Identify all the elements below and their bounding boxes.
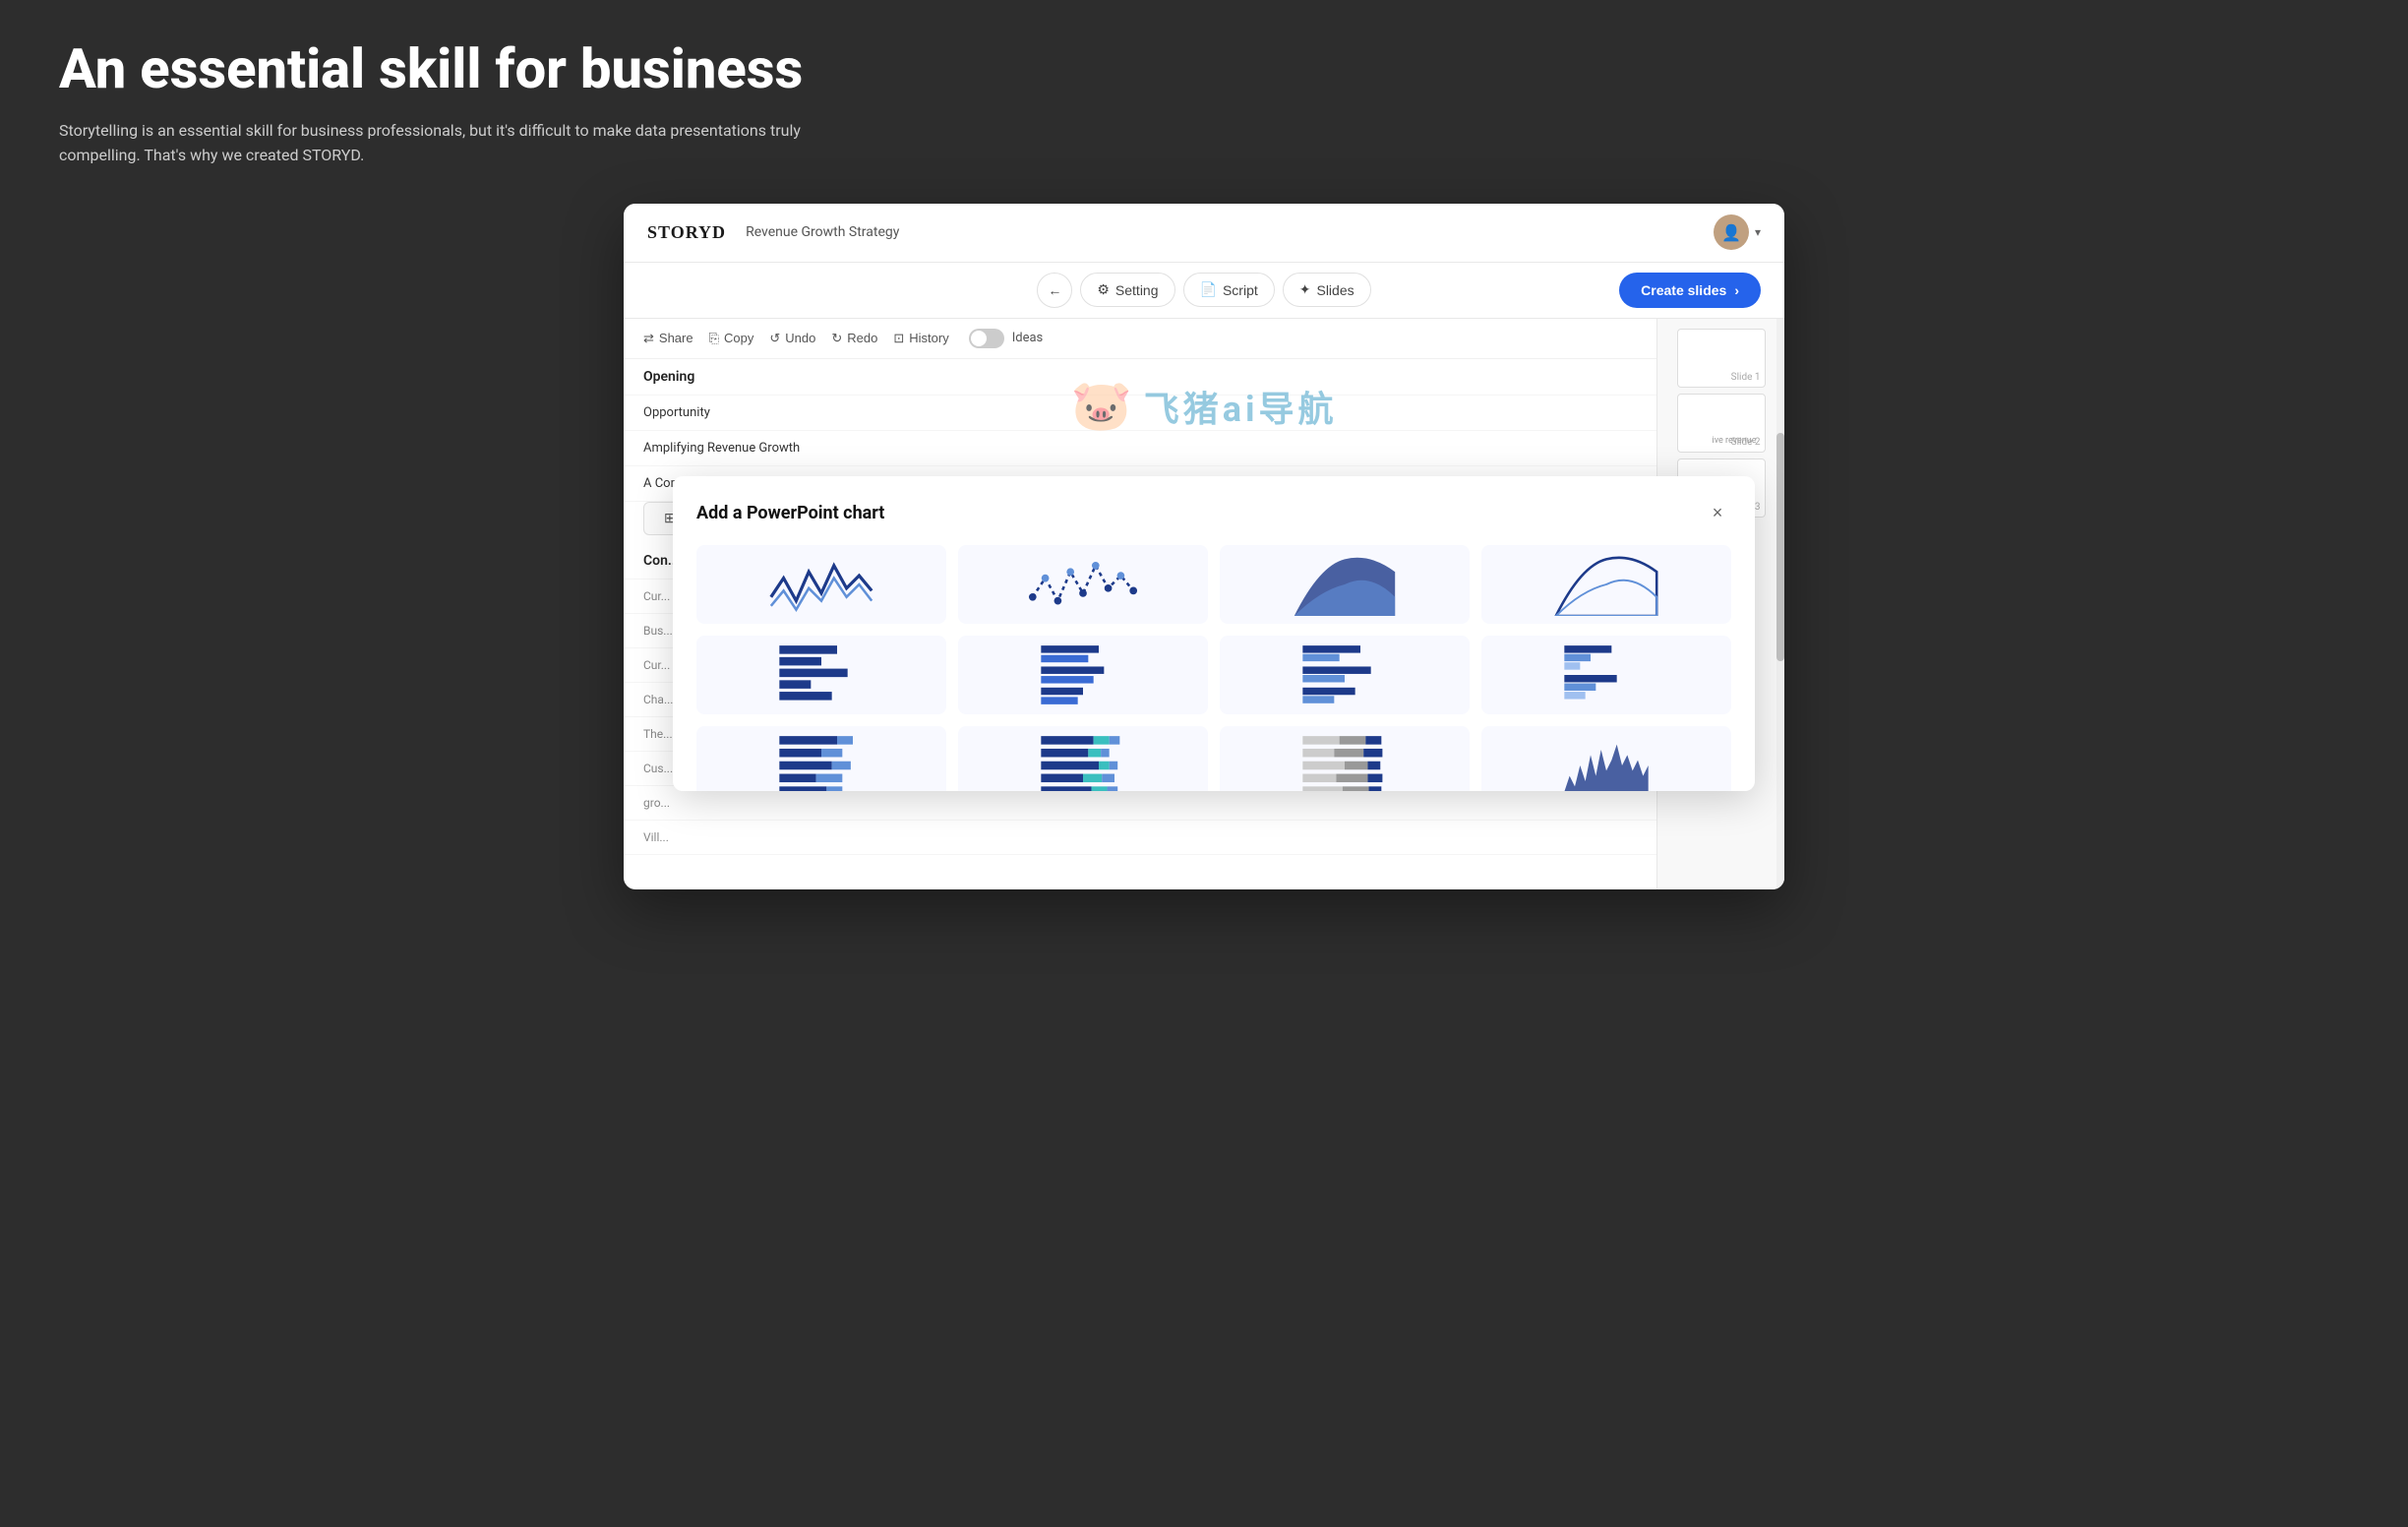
list-item[interactable]: gro...	[624, 786, 1656, 821]
slide-thumb-wrap[interactable]: Slide 2 ive revenue	[1677, 394, 1766, 453]
history-icon: ⊡	[893, 331, 904, 346]
list-item[interactable]: Vill...	[624, 821, 1656, 855]
chart-thumb-area-spiky[interactable]	[1481, 726, 1731, 791]
app-main: ⇄ Share ⎘ Copy ↺ Undo ↻ Redo ⊡ History	[624, 319, 1784, 889]
undo-icon: ↺	[769, 331, 780, 346]
back-button[interactable]: ←	[1037, 273, 1072, 308]
stacked-bar-chart-1	[704, 734, 938, 791]
bar-h-chart-3	[1228, 643, 1462, 706]
app-window: STORYD Revenue Growth Strategy 👤 ▾ ← ⚙ S…	[624, 204, 1784, 889]
copy-icon: ⎘	[709, 331, 719, 346]
share-button[interactable]: ⇄ Share	[643, 331, 693, 346]
list-item[interactable]: Opening	[624, 359, 1656, 396]
script-button[interactable]: 📄 Script	[1183, 273, 1275, 307]
chart-thumb-line-wavy[interactable]	[696, 545, 946, 624]
ideas-toggle-wrap: Ideas	[969, 329, 1044, 348]
modal-close-button[interactable]: ×	[1704, 500, 1731, 527]
stacked-bar-chart-2	[966, 734, 1200, 791]
avatar: 👤	[1714, 214, 1749, 250]
chart-thumb-stacked-2[interactable]	[958, 726, 1208, 791]
create-slides-button[interactable]: Create slides ›	[1619, 273, 1761, 308]
chart-thumb-bar-h-3[interactable]	[1220, 636, 1470, 714]
bar-h-chart-2	[966, 643, 1200, 706]
chart-thumb-stacked-3[interactable]	[1220, 726, 1470, 791]
slides-icon: ✦	[1299, 281, 1311, 298]
undo-button[interactable]: ↺ Undo	[769, 331, 815, 346]
ideas-label: Ideas	[1012, 331, 1044, 345]
chevron-right-icon: ›	[1734, 282, 1739, 298]
chart-thumb-bar-h-1[interactable]	[696, 636, 946, 714]
app-logo: STORYD	[647, 222, 726, 243]
modal-title: Add a PowerPoint chart	[696, 503, 884, 523]
chart-thumb-bar-h-4[interactable]	[1481, 636, 1731, 714]
scrollbar-track[interactable]	[1776, 319, 1784, 889]
revenue-text: ive revenue	[1713, 436, 1757, 446]
chart-thumb-area-outline[interactable]	[1481, 545, 1731, 624]
modal-header: Add a PowerPoint chart ×	[696, 500, 1731, 527]
page-title: An essential skill for business	[59, 39, 2349, 100]
history-button[interactable]: ⊡ History	[893, 331, 948, 346]
action-bar: ⇄ Share ⎘ Copy ↺ Undo ↻ Redo ⊡ History	[624, 319, 1656, 359]
area-spiky-chart	[1489, 734, 1723, 791]
share-icon: ⇄	[643, 331, 654, 346]
bar-h-chart-4	[1489, 643, 1723, 706]
scatter-wavy-chart	[966, 553, 1200, 616]
area-outline-chart	[1489, 553, 1723, 616]
page-subtitle: Storytelling is an essential skill for b…	[59, 118, 826, 168]
ideas-toggle[interactable]	[969, 329, 1004, 348]
app-toolbar: ← ⚙ Setting 📄 Script ✦ Slides Create sli…	[624, 263, 1784, 319]
chart-thumb-stacked-1[interactable]	[696, 726, 946, 791]
chart-thumb-bar-h-2[interactable]	[958, 636, 1208, 714]
chart-thumb-scatter-wavy[interactable]	[958, 545, 1208, 624]
redo-icon: ↻	[831, 331, 842, 346]
script-icon: 📄	[1200, 281, 1217, 298]
stacked-bar-chart-3	[1228, 734, 1462, 791]
avatar-chevron-icon[interactable]: ▾	[1755, 225, 1761, 239]
copy-button[interactable]: ⎘ Copy	[709, 331, 754, 346]
app-nav: STORYD Revenue Growth Strategy 👤 ▾	[624, 204, 1784, 263]
redo-button[interactable]: ↻ Redo	[831, 331, 877, 346]
chart-grid	[696, 545, 1731, 791]
slide-label-1: Slide 1	[1731, 372, 1761, 383]
slide-thumb-2[interactable]: Slide 2 ive revenue	[1677, 394, 1766, 453]
setting-button[interactable]: ⚙ Setting	[1080, 273, 1174, 307]
list-item[interactable]: Opportunity	[624, 396, 1656, 431]
area-blue-chart	[1228, 553, 1462, 616]
chart-thumb-area-blue[interactable]	[1220, 545, 1470, 624]
list-item[interactable]: Amplifying Revenue Growth	[624, 431, 1656, 466]
gear-icon: ⚙	[1097, 281, 1110, 298]
doc-title: Revenue Growth Strategy	[746, 224, 1714, 240]
scrollbar-thumb[interactable]	[1776, 433, 1784, 661]
slide-thumb-wrap[interactable]: Slide 1	[1677, 329, 1766, 388]
page-header: An essential skill for business Storytel…	[59, 39, 2349, 168]
bar-h-chart-1	[704, 643, 938, 706]
line-wavy-chart	[704, 553, 938, 616]
slide-thumb-1[interactable]: Slide 1	[1677, 329, 1766, 388]
slides-button[interactable]: ✦ Slides	[1283, 273, 1371, 307]
add-chart-modal: Add a PowerPoint chart ×	[673, 476, 1755, 791]
